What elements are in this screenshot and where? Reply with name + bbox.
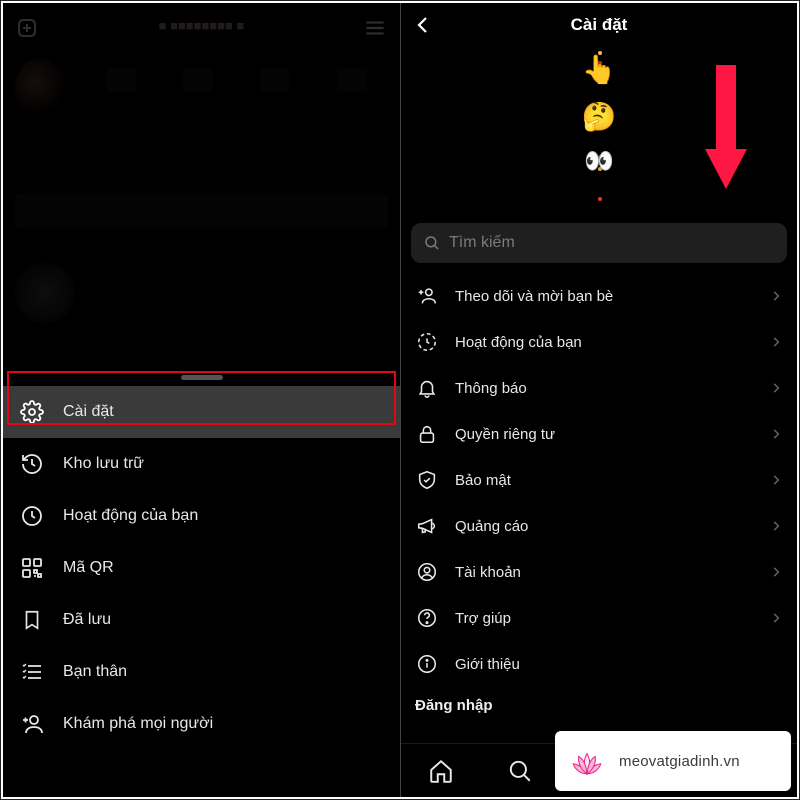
search-input[interactable]: Tìm kiếm [411,223,787,263]
menu-item-label: Đã lưu [63,611,111,629]
menu-item-qr[interactable]: Mã QR [3,542,400,594]
settings-list: Theo dõi và mời bạn bè Hoạt động của bạn… [401,273,797,718]
menu-item-label: Kho lưu trữ [63,455,144,473]
row-about[interactable]: Giới thiệu [401,641,797,687]
row-privacy[interactable]: Quyền riêng tư [401,411,797,457]
watermark-text: meovatgiadinh.vn [619,753,740,770]
back-chevron-icon[interactable] [411,13,435,37]
emoji-think: 🤔 [582,100,617,133]
row-follow-invite[interactable]: Theo dõi và mời bạn bè [401,273,797,319]
create-icon[interactable] [15,16,39,40]
add-person-icon [19,711,45,737]
row-ads[interactable]: Quảng cáo [401,503,797,549]
row-your-activity[interactable]: Hoạt động của bạn [401,319,797,365]
bookmark-icon [19,607,45,633]
bell-icon [415,376,439,400]
menu-item-close-friends[interactable]: Bạn thân [3,646,400,698]
row-label: Hoạt động của bạn [455,334,769,351]
menu-item-archive[interactable]: Kho lưu trữ [3,438,400,490]
avatar-dimmed [15,58,65,118]
lock-icon [415,422,439,446]
sheet-drag-handle[interactable] [181,375,223,380]
chevron-right-icon [769,473,783,487]
add-person-icon [415,284,439,308]
menu-item-settings[interactable]: Cài đặt [3,386,400,438]
row-label: Quyền riêng tư [455,426,769,443]
row-notifications[interactable]: Thông báo [401,365,797,411]
row-account[interactable]: Tài khoản [401,549,797,595]
menu-item-label: Bạn thân [63,663,127,681]
dual-screenshot-frame: ■ ■■■■■■■■ ■ Cài đặt Kho lưu trữ [1,1,799,799]
emoji-eyes: 👀 [584,147,614,176]
tab-search-icon[interactable] [506,757,534,785]
row-label: Theo dõi và mời bạn bè [455,288,769,305]
username-title: ■ ■■■■■■■■ ■ [159,18,245,33]
bio-area-dimmed [15,193,388,229]
chevron-right-icon [769,289,783,303]
chevron-right-icon [769,335,783,349]
megaphone-icon [415,514,439,538]
right-panel-settings: Cài đặt 👆 🤔 👀 Tìm kiếm [400,3,797,797]
user-circle-icon [415,560,439,584]
menu-item-label: Hoạt động của bạn [63,507,198,525]
menu-item-label: Khám phá mọi người [63,715,213,733]
stats-dimmed [83,68,390,108]
settings-header: Cài đặt [401,3,797,47]
menu-item-discover[interactable]: Khám phá mọi người [3,698,400,750]
menu-item-saved[interactable]: Đã lưu [3,594,400,646]
watermark-badge: meovatgiadinh.vn [555,731,791,791]
list-star-icon [19,659,45,685]
lotus-logo-icon [565,739,609,783]
chevron-right-icon [769,611,783,625]
chevron-right-icon [769,565,783,579]
hamburger-menu-icon[interactable] [362,15,388,41]
clock-dashed-icon [415,330,439,354]
profile-topbar: ■ ■■■■■■■■ ■ [3,3,400,53]
red-down-arrow-annotation [701,63,751,193]
gear-icon [19,399,45,425]
left-panel-profile-dimmed: ■ ■■■■■■■■ ■ Cài đặt Kho lưu trữ [3,3,400,797]
search-icon [423,234,441,252]
clock-history-icon [19,451,45,477]
menu-item-label: Mã QR [63,559,114,577]
emoji-point: 👆 [582,53,617,86]
row-label: Giới thiệu [455,656,783,673]
row-help[interactable]: Trợ giúp [401,595,797,641]
row-label: Trợ giúp [455,610,769,627]
chevron-right-icon [769,427,783,441]
search-placeholder: Tìm kiếm [449,234,515,252]
help-circle-icon [415,606,439,630]
menu-bottom-sheet: Cài đặt Kho lưu trữ Hoạt động của bạn Mã… [3,367,400,797]
row-security[interactable]: Bảo mật [401,457,797,503]
row-label: Thông báo [455,380,769,397]
clock-icon [19,503,45,529]
row-label: Tài khoản [455,564,769,581]
shield-check-icon [415,468,439,492]
tab-home-icon[interactable] [427,757,455,785]
info-circle-icon [415,652,439,676]
row-label: Quảng cáo [455,518,769,535]
menu-item-label: Cài đặt [63,403,114,421]
menu-item-activity[interactable]: Hoạt động của bạn [3,490,400,542]
row-label: Bảo mật [455,472,769,489]
section-header-login: Đăng nhập [401,687,797,718]
page-title: Cài đặt [571,15,628,35]
chevron-right-icon [769,519,783,533]
qr-icon [19,555,45,581]
story-highlight-dimmed [15,263,75,323]
chevron-right-icon [769,381,783,395]
